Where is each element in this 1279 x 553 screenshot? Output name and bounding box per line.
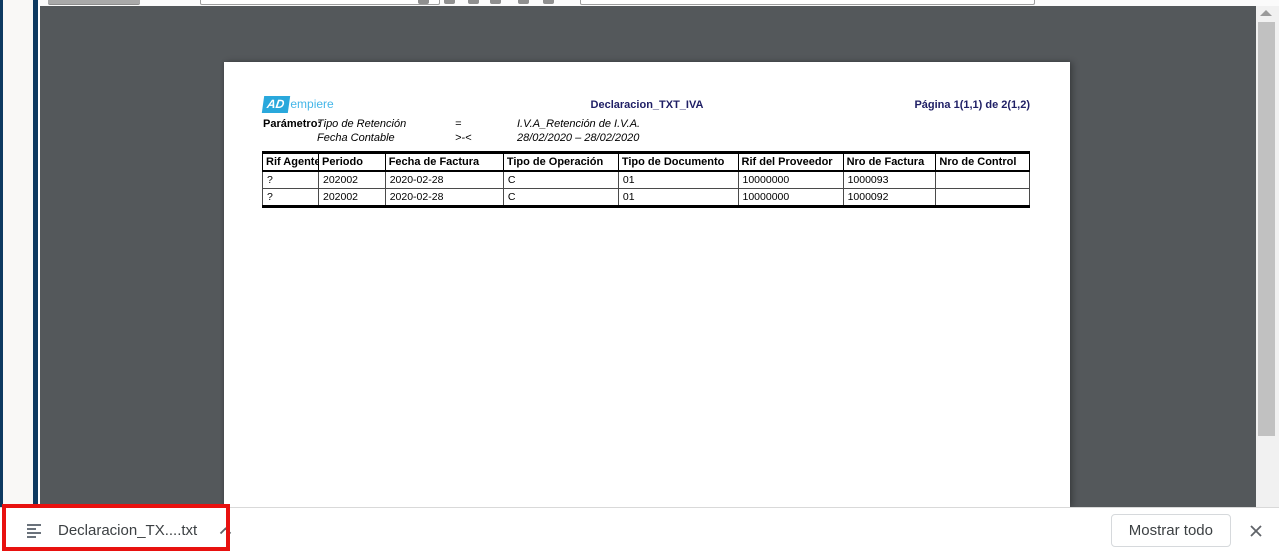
parameter-operator: >-< <box>455 132 472 144</box>
scrollbar-up-arrow-icon[interactable] <box>1260 10 1272 16</box>
downloaded-file-name: Declaracion_TX....txt <box>58 522 198 539</box>
table-column-header: Rif del Proveedor <box>737 152 844 172</box>
vertical-scrollbar[interactable] <box>1256 6 1279 507</box>
table-column-header: Rif Agente <box>262 152 319 172</box>
parameter-operator: = <box>455 118 462 130</box>
table-cell: 1000092 <box>842 188 937 207</box>
table-column-header: Fecha de Factura <box>384 152 504 172</box>
table-cell: 2020-02-28 <box>384 188 504 207</box>
parameter-label: Parámetro: <box>263 118 322 130</box>
scrollbar-thumb[interactable] <box>1258 22 1275 436</box>
parameter-value: 28/02/2020 – 28/02/2020 <box>517 132 640 144</box>
table-column-header: Tipo de Operación <box>502 152 619 172</box>
table-cell: C <box>502 188 619 207</box>
table-cell: 202002 <box>317 188 386 207</box>
chevron-up-icon[interactable] <box>219 526 232 535</box>
toolbar-icon-remnant <box>543 0 554 4</box>
toolbar-icon-remnant <box>518 0 529 4</box>
parameter-name: Fecha Contable <box>317 132 395 144</box>
toolbar-icon-remnant <box>418 0 429 4</box>
toolbar-button-remnant <box>48 0 140 5</box>
report-table-body: ? 202002 2020-02-28 C 01 10000000 1000093? 2020… <box>262 170 1030 207</box>
table-column-header: Periodo <box>317 152 386 172</box>
toolbar-icon-remnant <box>444 0 455 4</box>
left-sidebar-edge <box>0 0 40 507</box>
table-cell: 10000000 <box>737 188 844 207</box>
parameter-row: Parámetro: Tipo de Retención = I.V.A_Ret… <box>263 118 640 131</box>
text-file-icon <box>27 523 41 538</box>
report-table-header: Rif Agente Periodo Fecha de Factura Tipo de… <box>262 152 1030 172</box>
table-cell: 1000093 <box>842 170 937 189</box>
close-icon[interactable] <box>1245 520 1267 542</box>
downloads-bar-actions: Mostrar todo <box>1110 514 1267 547</box>
table-row: ? 202002 2020-02-28 C 01 10000000 1000093 <box>262 170 1030 189</box>
toolbar-icon-remnant <box>490 0 501 4</box>
table-column-header: Nro de Control <box>935 152 1030 172</box>
table-cell: 01 <box>617 170 739 189</box>
table-cell: ? <box>262 170 319 189</box>
table-cell: 01 <box>617 188 739 207</box>
table-cell: ? <box>262 188 319 207</box>
parameter-name: Tipo de Retención <box>317 118 407 130</box>
show-all-button[interactable]: Mostrar todo <box>1110 514 1231 547</box>
table-cell: 2020-02-28 <box>384 170 504 189</box>
toolbar-field-remnant <box>580 0 1035 5</box>
table-cell: 202002 <box>317 170 386 189</box>
parameter-value: I.V.A_Retención de I.V.A. <box>517 118 641 130</box>
report-page-number: Página 1(1,1) de 2(1,2) <box>914 99 1030 111</box>
table-row: ? 202002 2020-02-28 C 01 10000000 1000092 <box>262 188 1030 207</box>
parameter-row: Fecha Contable >-< 28/02/2020 – 28/02/20… <box>263 132 639 145</box>
toolbar-icon-remnant <box>468 0 479 4</box>
table-column-header: Tipo de Documento <box>617 152 739 172</box>
report-table: Rif Agente Periodo Fecha de Factura Tipo de… <box>262 151 1030 208</box>
downloaded-file-chip[interactable]: Declaracion_TX....txt <box>26 522 232 539</box>
table-cell: C <box>502 170 619 189</box>
table-cell: 10000000 <box>737 170 844 189</box>
table-cell <box>935 170 1030 189</box>
table-column-header: Nro de Factura <box>842 152 937 172</box>
report-page: AD empiere Declaracion_TXT_IVA Página 1(… <box>224 62 1070 507</box>
downloads-bar: Declaracion_TX....txt Mostrar todo <box>0 507 1279 553</box>
sidebar-accent-strip <box>0 0 3 507</box>
toolbar-field-remnant <box>200 0 440 5</box>
table-cell <box>935 188 1030 207</box>
